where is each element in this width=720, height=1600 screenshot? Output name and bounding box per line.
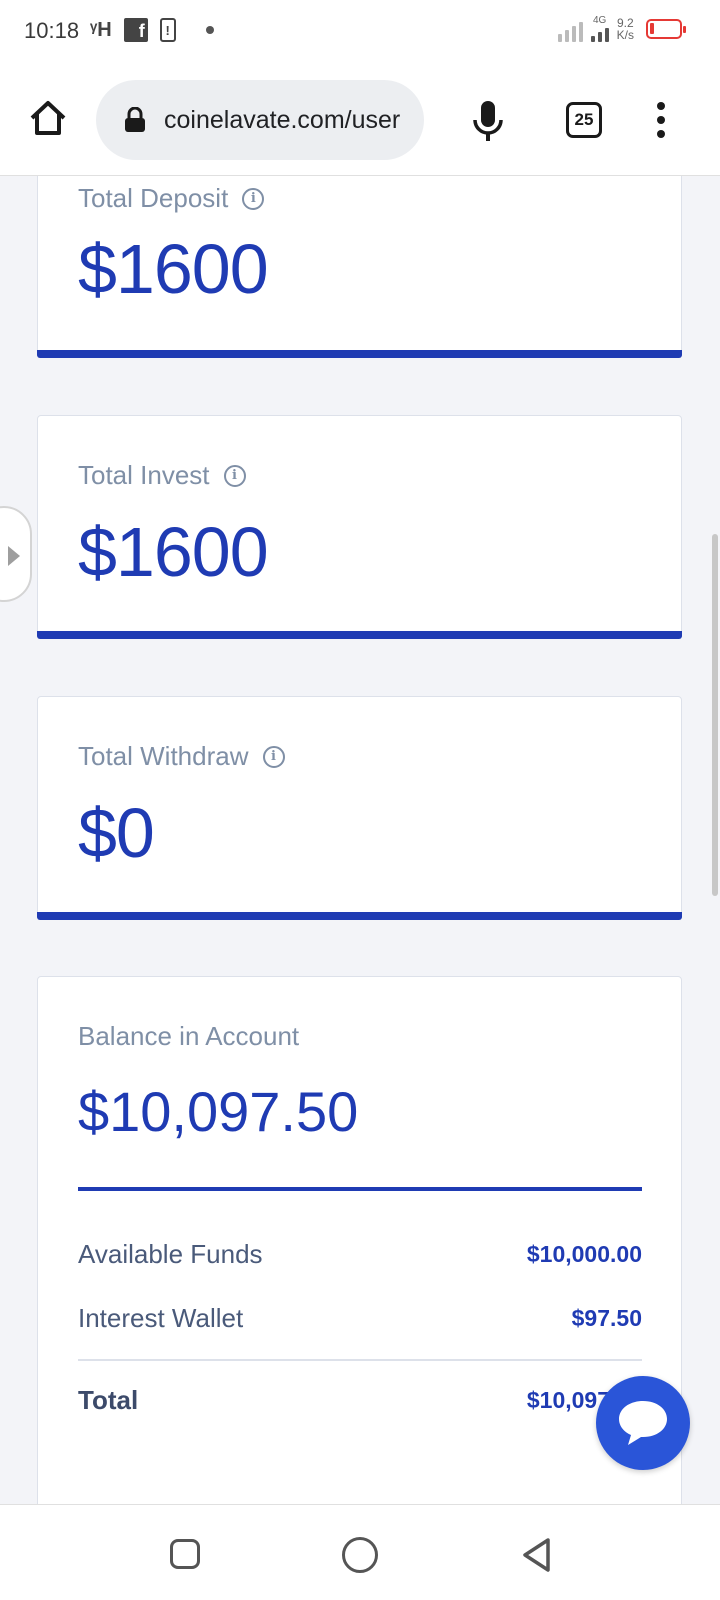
row-value: $10,000.00 bbox=[526, 1241, 642, 1267]
address-bar[interactable]: coinelavate.com/user bbox=[96, 80, 424, 160]
row-label: Interest Wallet bbox=[78, 1303, 244, 1333]
status-bar: 10:18 ᵞH f ! 4G 9.2 K/s bbox=[0, 0, 720, 66]
back-icon[interactable] bbox=[520, 1537, 554, 1573]
row-divider bbox=[78, 1359, 642, 1361]
total-invest-label: Total Invest bbox=[78, 460, 210, 490]
card-label-row: Total Invest i bbox=[78, 460, 246, 491]
balance-label: Balance in Account bbox=[78, 1021, 300, 1051]
row-label: Total bbox=[78, 1385, 139, 1415]
network-type-block: 4G bbox=[590, 15, 609, 42]
total-row: Total $10,097.50 bbox=[78, 1385, 642, 1416]
total-invest-card: Total Invest i $1600 bbox=[37, 415, 682, 639]
lock-icon bbox=[125, 107, 145, 132]
status-left-icons: ᵞH f ! bbox=[90, 18, 214, 42]
signal-4g-icon bbox=[590, 26, 609, 42]
tabs-icon[interactable]: 25 bbox=[566, 102, 602, 138]
url-text[interactable]: coinelavate.com/user bbox=[164, 106, 400, 135]
total-deposit-card: Total Deposit i $1600 bbox=[37, 176, 682, 358]
system-nav-bar bbox=[0, 1504, 720, 1600]
chevron-right-icon bbox=[8, 546, 20, 566]
network-type: 4G bbox=[592, 15, 607, 26]
total-deposit-value: $1600 bbox=[78, 230, 269, 308]
chat-icon bbox=[619, 1401, 667, 1445]
card-accent-bar bbox=[37, 631, 682, 639]
total-withdraw-label: Total Withdraw bbox=[78, 741, 249, 771]
card-label-row: Total Deposit i bbox=[78, 183, 265, 214]
net-speed-block: 9.2 K/s bbox=[617, 17, 634, 41]
browser-toolbar: coinelavate.com/user 25 bbox=[0, 66, 720, 176]
balance-card: Balance in Account $10,097.50 Available … bbox=[37, 976, 682, 1504]
info-icon[interactable]: i bbox=[262, 745, 285, 768]
total-withdraw-value: $0 bbox=[78, 794, 155, 872]
status-time: 10:18 bbox=[24, 18, 80, 43]
network-glyph-icon: ᵞH bbox=[90, 18, 112, 41]
dashboard-content: Total Deposit i $1600 Total Invest i $16… bbox=[0, 176, 720, 1504]
row-label: Available Funds bbox=[78, 1239, 263, 1269]
side-panel-handle[interactable] bbox=[0, 506, 32, 602]
net-speed-unit: K/s bbox=[616, 28, 634, 42]
notification-dot-icon bbox=[205, 26, 214, 34]
home-circle-icon[interactable] bbox=[342, 1537, 378, 1573]
facebook-icon: f bbox=[123, 18, 148, 42]
balance-divider bbox=[78, 1187, 642, 1191]
row-value: $97.50 bbox=[571, 1305, 642, 1331]
scrollbar[interactable] bbox=[712, 534, 718, 896]
mic-icon[interactable] bbox=[472, 100, 504, 142]
recents-icon[interactable] bbox=[170, 1539, 200, 1569]
balance-value: $10,097.50 bbox=[78, 1080, 359, 1143]
card-accent-bar bbox=[37, 350, 682, 358]
info-icon[interactable]: i bbox=[223, 464, 246, 487]
total-invest-value: $1600 bbox=[78, 513, 269, 591]
card-label-row: Total Withdraw i bbox=[78, 741, 285, 772]
chat-button[interactable] bbox=[596, 1376, 690, 1470]
total-withdraw-card: Total Withdraw i $0 bbox=[37, 696, 682, 920]
home-icon[interactable] bbox=[28, 98, 68, 138]
signal-icon bbox=[557, 16, 583, 42]
battery-icon bbox=[646, 19, 686, 39]
status-right-icons: 4G 9.2 K/s bbox=[557, 15, 686, 42]
battery-alert-icon: ! bbox=[159, 18, 176, 42]
total-deposit-label: Total Deposit bbox=[78, 183, 229, 213]
interest-wallet-row: Interest Wallet $97.50 bbox=[78, 1303, 642, 1334]
available-funds-row: Available Funds $10,000.00 bbox=[78, 1239, 642, 1270]
info-icon[interactable]: i bbox=[242, 187, 265, 210]
menu-icon[interactable] bbox=[656, 102, 666, 138]
card-accent-bar bbox=[37, 912, 682, 920]
